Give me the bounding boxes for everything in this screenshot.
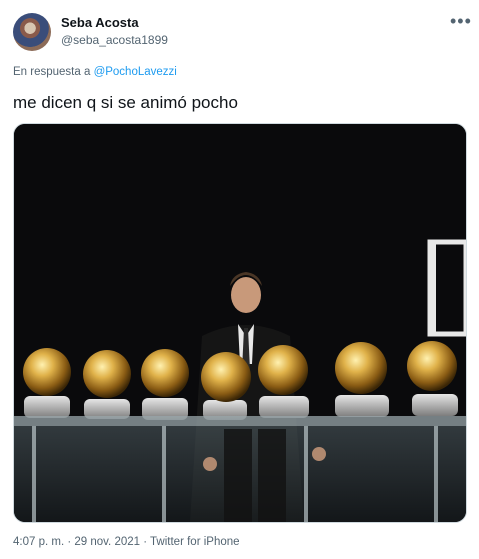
tweet-source[interactable]: Twitter for iPhone <box>150 536 239 548</box>
reply-mention-link[interactable]: @PochoLavezzi <box>94 66 177 78</box>
meta-separator: · <box>64 536 75 548</box>
reply-context: En respuesta a @PochoLavezzi <box>13 66 177 78</box>
avatar[interactable] <box>13 13 51 51</box>
tweet-time[interactable]: 4:07 p. m. <box>13 536 64 548</box>
tweet-meta: 4:07 p. m. · 29 nov. 2021 · Twitter for … <box>13 536 240 548</box>
author-name[interactable]: Seba Acosta <box>61 15 139 30</box>
meta-separator: · <box>140 536 151 548</box>
author-handle[interactable]: @seba_acosta1899 <box>61 33 168 47</box>
tweet-date[interactable]: 29 nov. 2021 <box>74 536 140 548</box>
tweet-text: me dicen q si se animó pocho <box>13 93 238 112</box>
reply-prefix: En respuesta a <box>13 66 91 78</box>
tweet: Seba Acosta @seba_acosta1899 ••• En resp… <box>0 0 479 559</box>
tweet-media-image[interactable] <box>13 123 467 523</box>
more-options-icon[interactable]: ••• <box>450 12 472 30</box>
media-photo <box>14 124 466 522</box>
